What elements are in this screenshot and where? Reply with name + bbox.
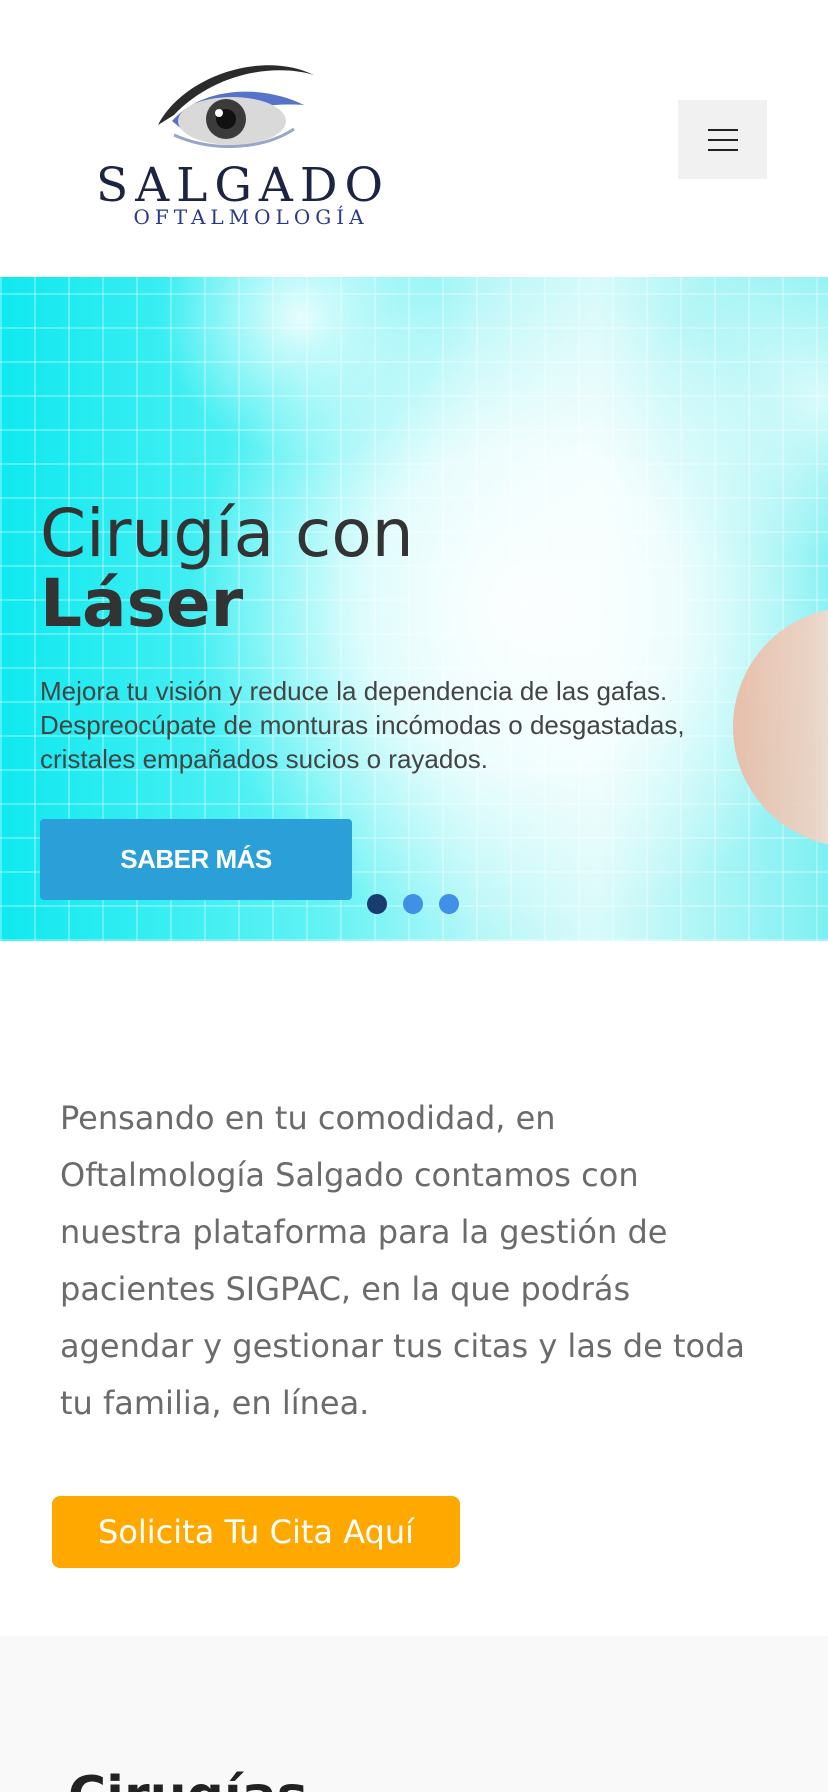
sigpac-info-text: Pensando en tu comodidad, en Oftalmologí… xyxy=(60,1099,745,1422)
hero-title: Cirugía con Láser xyxy=(40,499,414,639)
slider-dots xyxy=(367,894,459,914)
eye-logo-icon xyxy=(158,65,314,148)
menu-button[interactable] xyxy=(678,100,767,179)
salgado-logo[interactable]: SALGADO OFTALMOLOGÍA xyxy=(96,55,391,230)
slider-dot-1[interactable] xyxy=(367,894,387,914)
slider-dot-3[interactable] xyxy=(439,894,459,914)
hero-title-line1: Cirugía con xyxy=(40,495,414,572)
hero-title-line2: Láser xyxy=(40,565,244,642)
site-header: SALGADO OFTALMOLOGÍA xyxy=(0,0,828,277)
solicita-cita-button[interactable]: Solicita Tu Cita Aquí xyxy=(52,1496,460,1568)
hamburger-menu-icon xyxy=(707,128,738,151)
slider-dot-2[interactable] xyxy=(403,894,423,914)
brand-subtitle: OFTALMOLOGÍA xyxy=(133,205,369,229)
hero-slider: Cirugía con Láser Mejora tu visión y red… xyxy=(0,277,828,941)
saber-mas-button[interactable]: SABER MÁS xyxy=(40,819,352,900)
hero-description: Mejora tu visión y reduce la dependencia… xyxy=(40,676,685,774)
cirugias-section: Cirugías xyxy=(0,1636,828,1792)
brand-name: SALGADO xyxy=(96,158,391,213)
section-title: Cirugías xyxy=(68,1766,308,1792)
